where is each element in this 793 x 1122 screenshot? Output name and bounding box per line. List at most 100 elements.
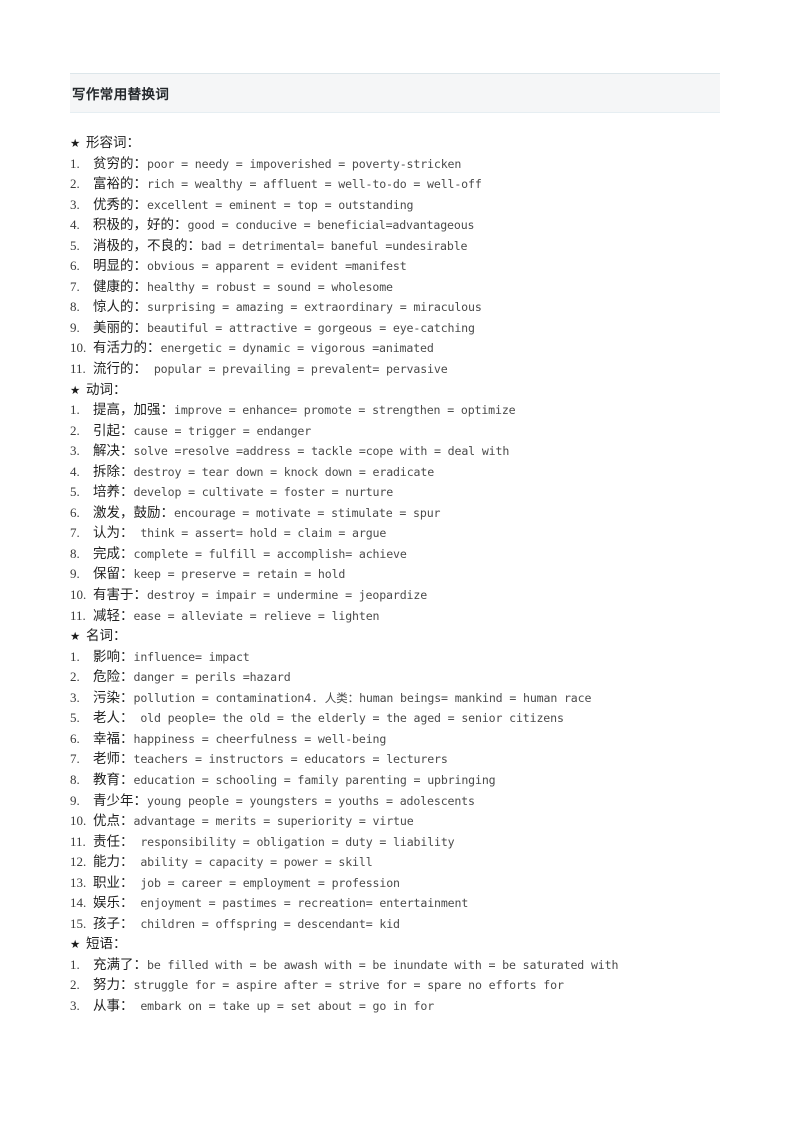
list-item-number: 1. <box>70 402 80 418</box>
list-item-number: 11. <box>70 833 86 849</box>
list-item: 12. 能力： ability = capacity = power = skil… <box>70 852 770 873</box>
list-item: 5. 培养： develop = cultivate = foster = nurt… <box>70 482 770 503</box>
list-item-number: 14. <box>70 895 87 911</box>
list-item-term-cn: 老人： <box>93 710 134 726</box>
list-item-synonyms-en: solve =resolve =address = tackle =cope w… <box>133 444 510 459</box>
section-heading-label: 形容词： <box>86 135 140 150</box>
list-item-synonyms-en: keep = preserve = retain = hold <box>133 567 346 582</box>
list-item-term-cn: 青少年： <box>93 792 147 808</box>
list-item-synonyms-en: old people= the old = the elderly = the … <box>133 711 564 726</box>
list-item: 15. 孩子： children = offspring = descendant… <box>70 914 770 935</box>
list-item-number: 7. <box>70 751 80 767</box>
list-item-synonyms-en: responsibility = obligation = duty = lia… <box>133 834 455 849</box>
list-item: 3. 从事： embark on = take up = set about = … <box>70 996 770 1017</box>
list-item-synonyms-en: education = schooling = family parenting… <box>133 772 496 787</box>
list-item-synonyms-en: bad = detrimental= baneful =undesirable <box>201 238 468 253</box>
list-item-synonyms-en: cause = trigger = endanger <box>133 423 312 438</box>
list-item-term-cn: 富裕的： <box>93 176 147 192</box>
document-body: ★ 形容词： 1. 贫穷的： poor = needy = impoverished =… <box>70 133 770 1017</box>
list-item-number: 8. <box>70 771 80 787</box>
star-icon: ★ <box>70 382 81 397</box>
list-item-number: 8. <box>70 545 80 561</box>
list-item-synonyms-en: job = career = employment = profession <box>133 875 400 890</box>
list-item-synonyms-en: struggle for = aspire after = strive for… <box>133 978 564 993</box>
list-item: 2. 危险： danger = perils =hazard <box>70 667 770 688</box>
list-item-synonyms-en: children = offspring = descendant= kid <box>133 916 400 931</box>
list-item-term-cn: 教育： <box>93 771 134 787</box>
list-item: 2. 引起： cause = trigger = endanger <box>70 421 770 442</box>
list-item-number: 8. <box>70 299 80 315</box>
list-item-number: 3. <box>70 997 80 1013</box>
list-item-synonyms-en: danger = perils =hazard <box>133 670 291 685</box>
list-item-term-cn: 解决： <box>93 443 134 459</box>
list-item-synonyms-en: improve = enhance= promote = strengthen … <box>174 403 516 418</box>
list-item: 2. 努力： struggle for = aspire after = striv… <box>70 975 770 996</box>
list-item-synonyms-en: advantage = merits = superiority = virtu… <box>133 814 414 829</box>
list-item: 1. 充满了： be filled with = be awash with = b… <box>70 955 770 976</box>
list-item-term-cn: 幸福： <box>93 730 134 746</box>
section-heading-label: 动词： <box>86 381 127 397</box>
list-item: 5. 老人： old people= the old = the elderly … <box>70 708 770 729</box>
list-item-synonyms-en: healthy = robust = sound = wholesome <box>147 279 393 294</box>
list-item: 13. 职业： job = career = employment = profe… <box>70 873 770 894</box>
list-item: 10. 有害于： destroy = impair = undermine = je… <box>70 585 770 606</box>
list-item-synonyms-en: teachers = instructors = educators = lec… <box>133 752 448 767</box>
list-item-term-cn: 充满了： <box>93 956 147 972</box>
list-item-number: 11. <box>70 361 86 377</box>
list-item-term-cn: 激发，鼓励： <box>93 504 174 520</box>
list-item-term-cn: 优点： <box>93 813 134 829</box>
section-heading: ★ 动词： <box>70 380 770 401</box>
section-heading-label: 名词： <box>86 628 127 644</box>
list-item: 6. 幸福： happiness = cheerfulness = well-bei… <box>70 729 770 750</box>
list-item-number: 6. <box>70 258 80 274</box>
list-item-term-cn: 引起： <box>93 422 134 438</box>
list-item: 3. 污染： pollution = contamination4. 人类：huma… <box>70 688 770 709</box>
list-item-synonyms-en: complete = fulfill = accomplish= achieve <box>133 546 407 561</box>
list-item: 3. 优秀的： excellent = eminent = top = outsta… <box>70 195 770 216</box>
page-title: 写作常用替换词 <box>72 87 170 103</box>
section-heading: ★ 短语： <box>70 934 770 955</box>
list-item-number: 5. <box>70 237 80 253</box>
list-item-term-cn: 提高，加强： <box>93 402 174 418</box>
list-item-synonyms-en: influence= impact <box>133 649 250 664</box>
list-item-term-cn: 有害于： <box>93 587 147 603</box>
section-heading: ★ 形容词： <box>70 133 770 154</box>
list-item: 4. 积极的，好的： good = conducive = beneficial=a… <box>70 215 770 236</box>
list-item: 4. 拆除： destroy = tear down = knock down = … <box>70 462 770 483</box>
list-item-synonyms-en: energetic = dynamic = vigorous =animated <box>160 341 434 356</box>
list-item-synonyms-en: ability = capacity = power = skill <box>133 855 373 870</box>
list-item-number: 5. <box>70 484 80 500</box>
list-item-term-cn: 消极的，不良的： <box>93 237 201 253</box>
list-item-term-cn: 责任： <box>93 833 134 849</box>
list-item-synonyms-en: poor = needy = impoverished = poverty-st… <box>147 156 462 171</box>
list-item-synonyms-en: be filled with = be awash with = be inun… <box>147 957 619 972</box>
list-item: 2. 富裕的： rich = wealthy = affluent = well-t… <box>70 174 770 195</box>
list-item-number: 6. <box>70 730 80 746</box>
list-item-term-cn: 有活力的： <box>93 340 161 356</box>
list-item-term-cn: 污染： <box>93 689 134 705</box>
list-item: 9. 美丽的： beautiful = attractive = gorgeous … <box>70 318 770 339</box>
list-item-synonyms-en: popular = prevailing = prevalent= pervas… <box>147 362 448 377</box>
list-item-synonyms-en: beautiful = attractive = gorgeous = eye-… <box>147 320 475 335</box>
list-item-synonyms-en: obvious = apparent = evident =manifest <box>147 259 407 274</box>
list-item-synonyms-en: good = conducive = beneficial=advantageo… <box>187 218 475 233</box>
list-item-number: 13. <box>70 874 87 890</box>
list-item-number: 3. <box>70 196 80 212</box>
list-item: 1. 影响： influence= impact <box>70 647 770 668</box>
list-item-number: 15. <box>70 915 87 931</box>
list-item: 6. 激发，鼓励： encourage = motivate = stimulate… <box>70 503 770 524</box>
list-item-number: 10. <box>70 587 87 603</box>
list-item-term-cn: 影响： <box>93 648 134 664</box>
section-heading-label: 短语： <box>86 936 127 952</box>
list-item-term-cn: 娱乐： <box>93 895 134 911</box>
list-item-number: 2. <box>70 977 80 993</box>
list-item-synonyms-en: think = assert= hold = claim = argue <box>133 526 387 541</box>
list-item-number: 5. <box>70 710 80 726</box>
list-item-term-cn: 惊人的： <box>93 299 147 315</box>
list-item-number: 9. <box>70 566 80 582</box>
list-item-synonyms-en: young people = youngsters = youths = ado… <box>147 793 475 808</box>
list-item-synonyms-en: excellent = eminent = top = outstanding <box>147 197 414 212</box>
star-icon: ★ <box>70 629 81 644</box>
list-item-number: 10. <box>70 813 87 829</box>
list-item-number: 2. <box>70 176 80 192</box>
